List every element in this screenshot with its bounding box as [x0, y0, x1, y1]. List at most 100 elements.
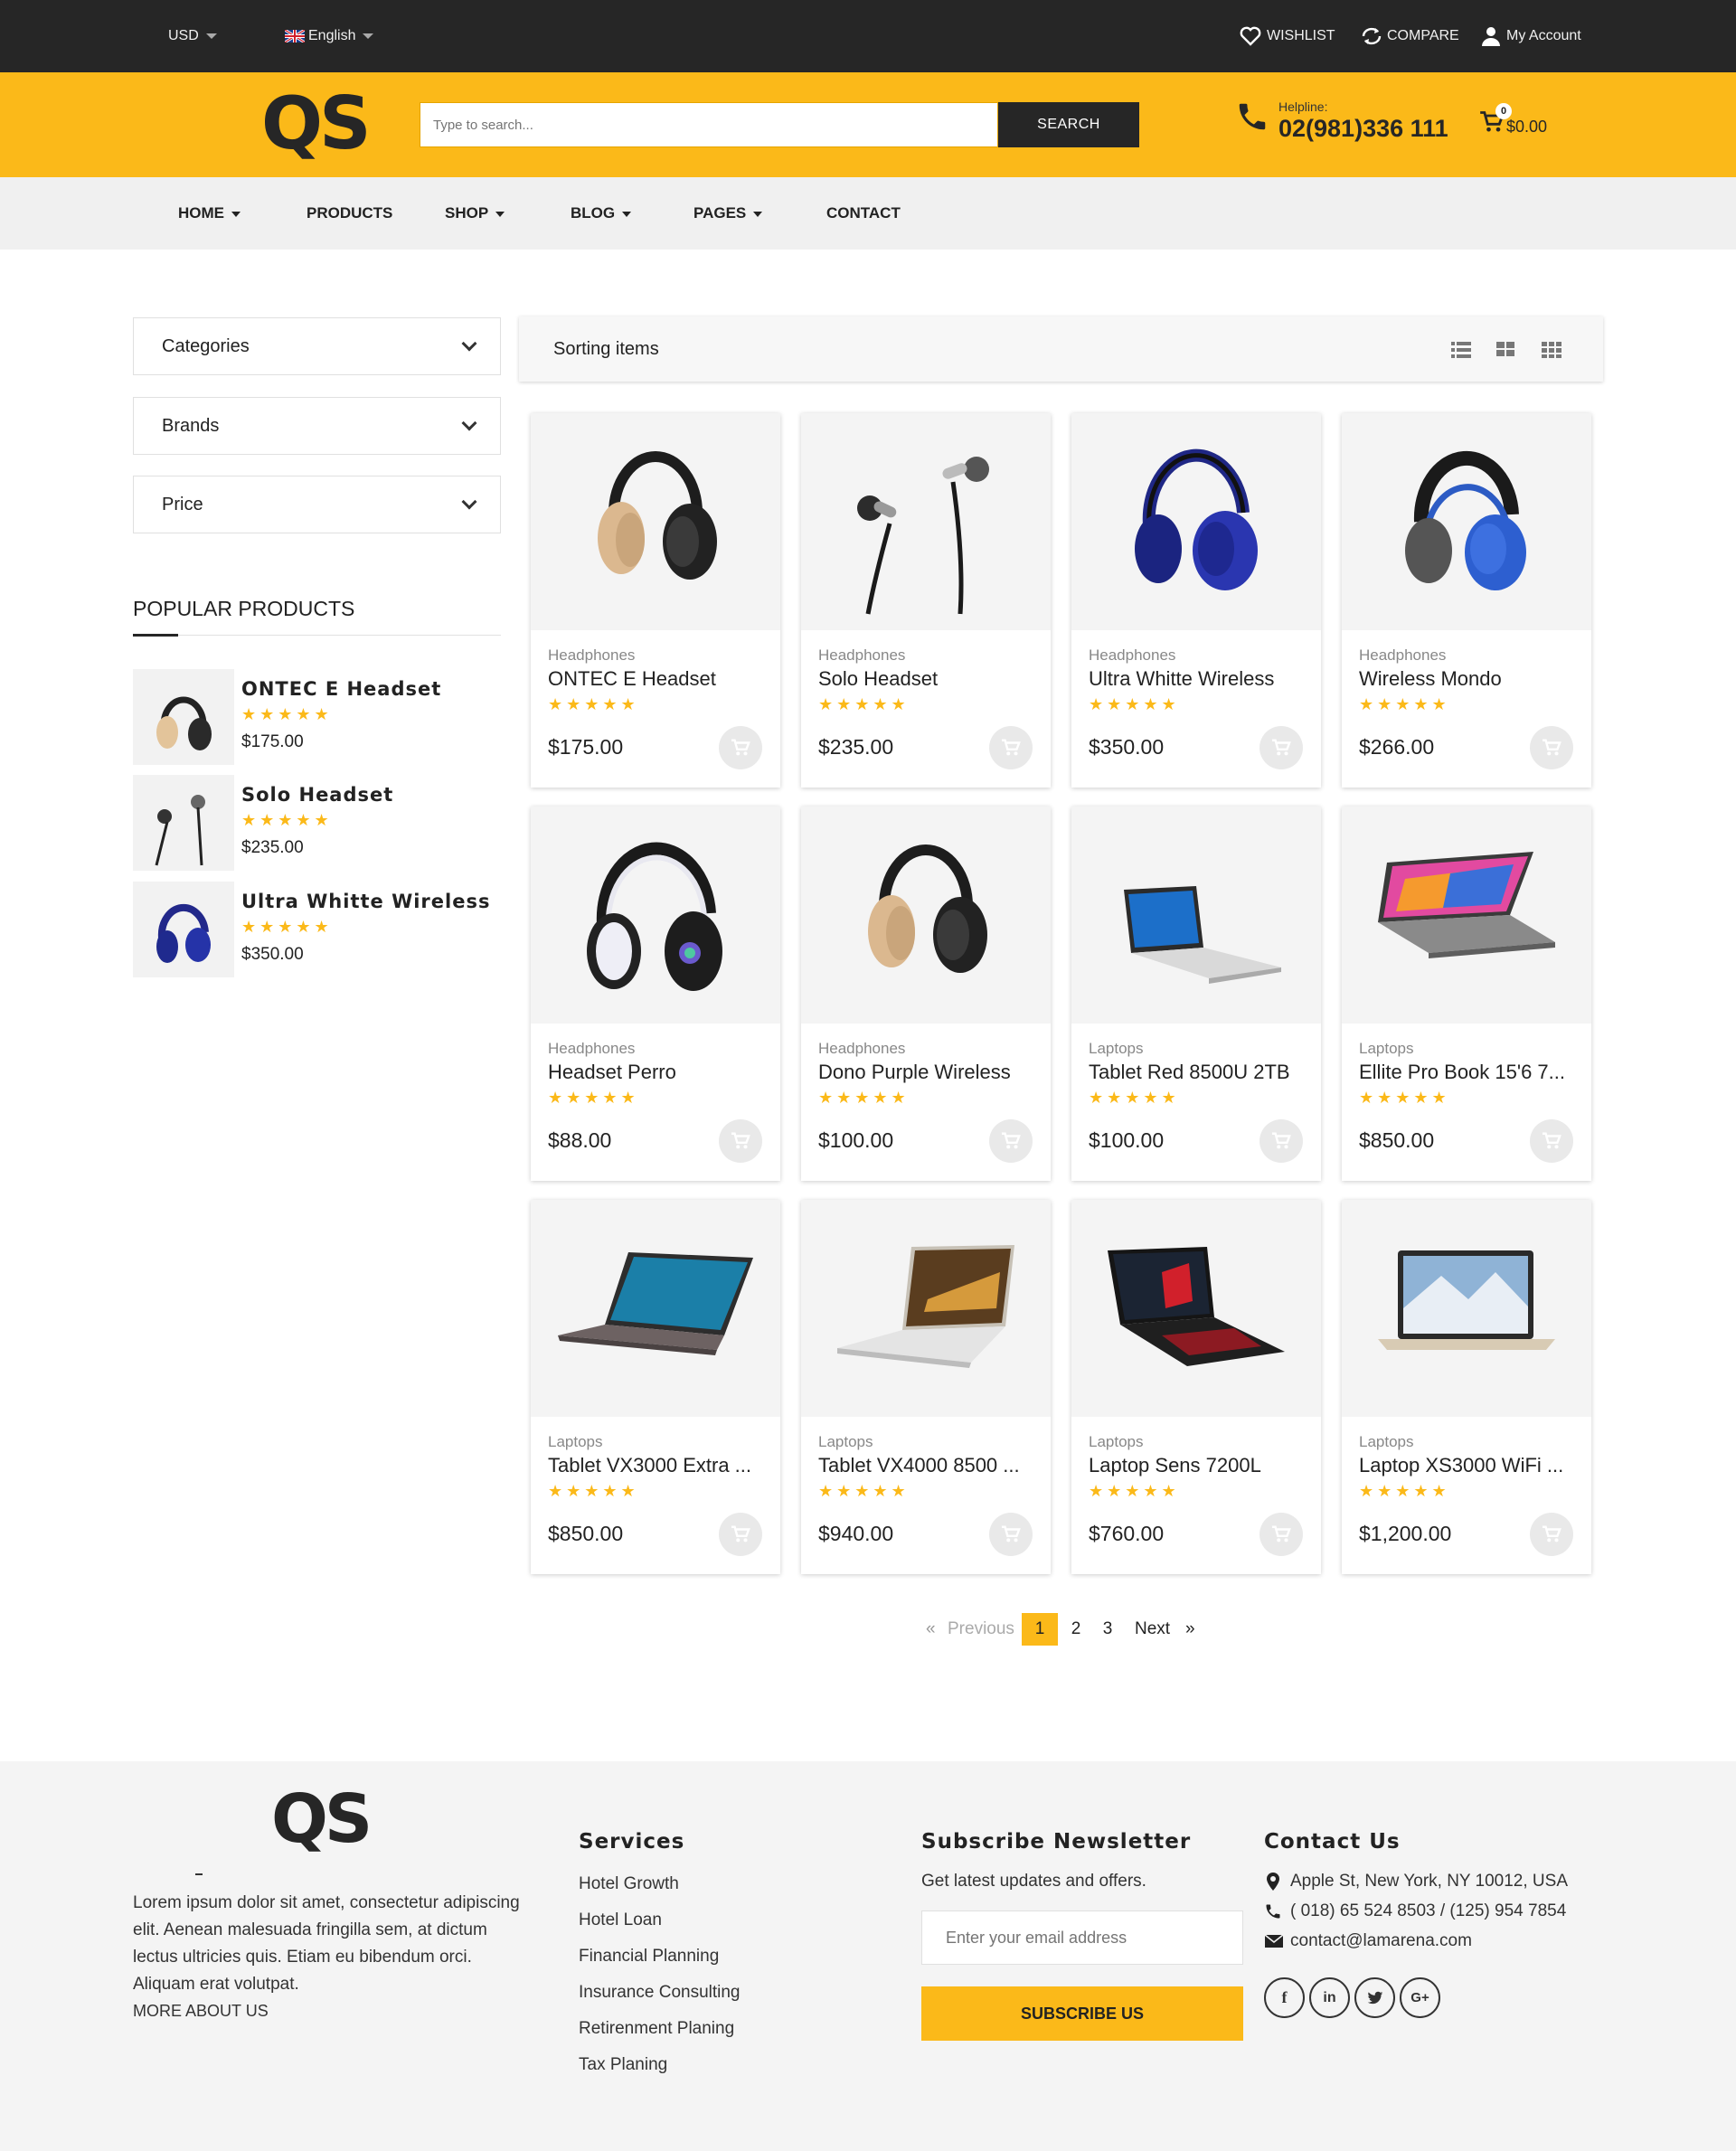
pagination-page-1[interactable]: 1 — [1022, 1613, 1058, 1646]
list-view-icon[interactable] — [1451, 342, 1471, 358]
nav-item-pages[interactable]: PAGES — [693, 177, 763, 250]
popular-item[interactable]: Ultra Whitte Wireless ★★★★★ $350.00 — [133, 882, 495, 977]
product-image[interactable] — [1071, 413, 1321, 630]
compare-link[interactable]: COMPARE — [1360, 0, 1459, 72]
grid-view-icon[interactable] — [1496, 342, 1516, 358]
add-to-cart-button[interactable] — [719, 1119, 762, 1163]
sorting-label[interactable]: Sorting items — [553, 316, 659, 382]
pagination-page-3[interactable]: 3 — [1099, 1613, 1117, 1646]
add-to-cart-button[interactable] — [1530, 1513, 1573, 1556]
more-about-link[interactable]: MORE ABOUT US — [133, 2002, 269, 2021]
subscribe-button[interactable]: SUBSCRIBE US — [921, 1986, 1243, 2041]
nav-item-products[interactable]: PRODUCTS — [307, 177, 392, 250]
product-image[interactable] — [531, 807, 780, 1024]
cart-button[interactable]: 0 $0.00 — [1479, 103, 1561, 139]
product-title[interactable]: Ellite Pro Book 15'6 7... — [1359, 1061, 1576, 1084]
filter-price[interactable]: Price — [133, 476, 501, 533]
headphones-image — [587, 842, 722, 991]
product-card[interactable]: Headphones Wireless Mondo ★★★★★ $266.00 — [1342, 413, 1591, 788]
add-to-cart-button[interactable] — [1260, 1513, 1303, 1556]
language-selector[interactable]: English — [285, 0, 374, 72]
filter-brands[interactable]: Brands — [133, 397, 501, 455]
add-to-cart-button[interactable] — [1260, 1119, 1303, 1163]
twitter-icon[interactable] — [1354, 1977, 1395, 2018]
product-image[interactable] — [801, 413, 1051, 630]
nav-item-contact[interactable]: CONTACT — [826, 177, 901, 250]
product-card[interactable]: Headphones Ultra Whitte Wireless ★★★★★ $… — [1071, 413, 1321, 788]
product-title[interactable]: Solo Headset — [818, 667, 1035, 691]
add-to-cart-button[interactable] — [1530, 726, 1573, 769]
add-to-cart-button[interactable] — [989, 1513, 1033, 1556]
add-to-cart-button[interactable] — [1260, 726, 1303, 769]
pagination-next[interactable]: Next — [1135, 1613, 1170, 1646]
services-link[interactable]: Retirenment Planing — [579, 2019, 734, 2039]
nav-item-shop[interactable]: SHOP — [445, 177, 505, 250]
services-link[interactable]: Financial Planning — [579, 1947, 719, 1967]
pagination-page-2[interactable]: 2 — [1067, 1613, 1085, 1646]
nav-item-home[interactable]: HOME — [178, 177, 241, 250]
logo[interactable]: QS — [261, 83, 372, 165]
filter-categories[interactable]: Categories — [133, 317, 501, 375]
headphones-image — [156, 696, 212, 750]
product-card[interactable]: Laptops Tablet VX3000 Extra ... ★★★★★ $8… — [531, 1200, 780, 1574]
product-image[interactable] — [801, 807, 1051, 1024]
product-image[interactable] — [1342, 1200, 1591, 1417]
product-title[interactable]: Ultra Whitte Wireless — [1089, 667, 1306, 691]
product-title[interactable]: ONTEC E Headset — [548, 667, 765, 691]
product-image[interactable] — [801, 1200, 1051, 1417]
currency-selector[interactable]: USD — [168, 0, 217, 72]
add-to-cart-button[interactable] — [719, 726, 762, 769]
newsletter-email-input[interactable] — [922, 1911, 1242, 1964]
search-input[interactable] — [420, 103, 997, 146]
chevron-down-icon — [461, 415, 477, 431]
phone-icon — [1266, 1904, 1280, 1919]
product-card[interactable]: Laptops Tablet VX4000 8500 ... ★★★★★ $94… — [801, 1200, 1051, 1574]
nav-item-blog[interactable]: BLOG — [571, 177, 632, 250]
product-image[interactable] — [1342, 807, 1591, 1024]
add-to-cart-button[interactable] — [719, 1513, 762, 1556]
product-card[interactable]: Headphones Solo Headset ★★★★★ $235.00 — [801, 413, 1051, 788]
product-image[interactable] — [1071, 1200, 1321, 1417]
add-to-cart-button[interactable] — [1530, 1119, 1573, 1163]
product-image[interactable] — [1071, 807, 1321, 1024]
account-link[interactable]: My Account — [1481, 0, 1581, 72]
product-title[interactable]: Tablet VX3000 Extra ... — [548, 1454, 765, 1477]
product-card[interactable]: Laptops Ellite Pro Book 15'6 7... ★★★★★ … — [1342, 807, 1591, 1181]
product-title[interactable]: Wireless Mondo — [1359, 667, 1576, 691]
services-link[interactable]: Insurance Consulting — [579, 1983, 741, 2003]
product-title[interactable]: Tablet VX4000 8500 ... — [818, 1454, 1035, 1477]
product-title[interactable]: Dono Purple Wireless — [818, 1061, 1035, 1084]
contact-email[interactable]: contact@lamarena.com — [1290, 1931, 1472, 1951]
helpline-number: 02(981)336 111 — [1278, 115, 1448, 142]
add-to-cart-button[interactable] — [989, 726, 1033, 769]
pagination-previous[interactable]: Previous — [948, 1613, 1014, 1646]
product-card[interactable]: Headphones Headset Perro ★★★★★ $88.00 — [531, 807, 780, 1181]
product-title[interactable]: Tablet Red 8500U 2TB — [1089, 1061, 1306, 1084]
product-card[interactable]: Headphones ONTEC E Headset ★★★★★ $175.00 — [531, 413, 780, 788]
search-button[interactable]: SEARCH — [998, 102, 1139, 147]
facebook-icon[interactable]: f — [1264, 1977, 1305, 2018]
popular-item[interactable]: Solo Headset ★★★★★ $235.00 — [133, 775, 495, 871]
product-title[interactable]: Headset Perro — [548, 1061, 765, 1084]
popular-item[interactable]: ONTEC E Headset ★★★★★ $175.00 — [133, 669, 495, 765]
add-to-cart-button[interactable] — [989, 1119, 1033, 1163]
grid-compact-view-icon[interactable] — [1542, 342, 1561, 358]
footer-logo[interactable]: QS — [271, 1781, 373, 1857]
google-plus-icon[interactable]: G+ — [1400, 1977, 1440, 2018]
product-card[interactable]: Laptops Laptop Sens 7200L ★★★★★ $760.00 — [1071, 1200, 1321, 1574]
services-link[interactable]: Hotel Growth — [579, 1874, 679, 1894]
product-title[interactable]: Laptop Sens 7200L — [1089, 1454, 1306, 1477]
wishlist-link[interactable]: WISHLIST — [1240, 0, 1335, 72]
product-card[interactable]: Laptops Tablet Red 8500U 2TB ★★★★★ $100.… — [1071, 807, 1321, 1181]
filter-label: Brands — [162, 416, 220, 436]
product-image[interactable] — [1342, 413, 1591, 630]
linkedin-icon[interactable]: in — [1309, 1977, 1350, 2018]
product-image[interactable] — [531, 1200, 780, 1417]
services-link[interactable]: Hotel Loan — [579, 1910, 662, 1930]
product-image[interactable] — [531, 413, 780, 630]
product-card[interactable]: Headphones Dono Purple Wireless ★★★★★ $1… — [801, 807, 1051, 1181]
product-title[interactable]: Laptop XS3000 WiFi ... — [1359, 1454, 1576, 1477]
rating-stars: ★★★★★ — [818, 695, 910, 713]
services-link[interactable]: Tax Planing — [579, 2055, 667, 2075]
product-card[interactable]: Laptops Laptop XS3000 WiFi ... ★★★★★ $1,… — [1342, 1200, 1591, 1574]
